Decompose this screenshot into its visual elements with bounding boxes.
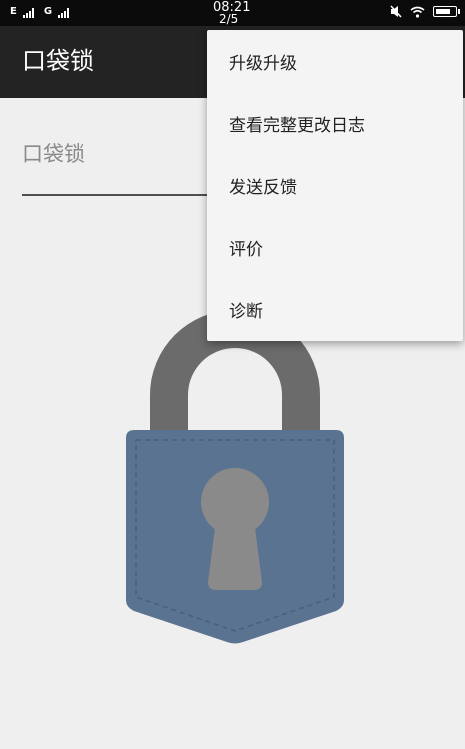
signal-bars-icon bbox=[58, 8, 70, 18]
padlock-icon bbox=[126, 310, 344, 644]
menu-item-diagnose[interactable]: 诊断 bbox=[207, 278, 463, 340]
menu-item-full-changelog[interactable]: 查看完整更改日志 bbox=[207, 92, 463, 154]
wifi-icon bbox=[410, 6, 425, 18]
mute-icon bbox=[390, 5, 402, 18]
menu-item-upgrade[interactable]: 升级升级 bbox=[207, 30, 463, 92]
keyhole-slot bbox=[208, 520, 262, 590]
sim1-network-label: E bbox=[10, 6, 17, 17]
signal-bars-icon bbox=[22, 8, 34, 18]
status-right bbox=[390, 5, 460, 18]
app-title: 口袋锁 bbox=[22, 47, 94, 75]
page-indicator: 2/5 bbox=[219, 12, 239, 26]
menu-item-rate[interactable]: 评价 bbox=[207, 216, 463, 278]
battery-icon bbox=[433, 6, 460, 17]
status-bar: E G 08:21 2/5 bbox=[0, 0, 465, 26]
sim2-network-label: G bbox=[43, 6, 53, 17]
status-left: E G bbox=[10, 6, 70, 18]
menu-item-send-feedback[interactable]: 发送反馈 bbox=[207, 154, 463, 216]
overflow-menu: 升级升级 查看完整更改日志 发送反馈 评价 诊断 bbox=[207, 30, 463, 341]
